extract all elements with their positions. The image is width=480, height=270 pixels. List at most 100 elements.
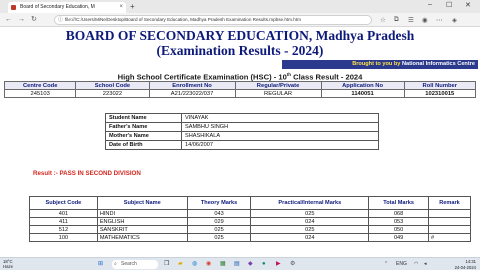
- file-explorer-icon[interactable]: ▰: [178, 260, 183, 268]
- board-title: BOARD OF SECONDARY EDUCATION, Madhya Pra…: [65, 28, 415, 43]
- subject-name-cell: SANSKRIT: [96, 225, 188, 234]
- table-row: 411 ENGLISH 029 024 053: [29, 217, 471, 226]
- copilot-icon[interactable]: ◈: [452, 16, 457, 24]
- excel-icon[interactable]: ▦: [220, 260, 226, 268]
- more-options-icon[interactable]: ⋯: [436, 16, 443, 24]
- tray-chevron-icon[interactable]: ⌃: [384, 261, 388, 267]
- centre-code-value: 245103: [3, 89, 77, 98]
- total-marks-cell: 068: [368, 209, 430, 218]
- total-marks-cell: 049: [368, 233, 430, 242]
- remark-cell: #: [428, 233, 471, 242]
- address-bar[interactable]: ⓘ file:///C:/Users/MiNe/Desktop/Board of…: [54, 15, 372, 25]
- subject-code-cell: 100: [29, 233, 98, 242]
- father-name-value: SAMBHU SINGH: [181, 122, 379, 132]
- father-name-row: Father's Name SAMBHU SINGH: [105, 122, 379, 132]
- weather-widget[interactable]: 18°C Haze: [3, 259, 13, 269]
- word-icon[interactable]: ▤: [234, 260, 240, 268]
- table-row: 401 HINDI 043 025 068: [29, 209, 471, 218]
- header-regular-private: Regular/Private: [234, 81, 322, 90]
- address-url: file:///C:/Users/MiNe/Desktop/Board of S…: [65, 17, 301, 22]
- profile-icon[interactable]: ◉: [422, 16, 428, 24]
- header-enrollment-no: Enrollment No: [148, 81, 236, 90]
- marks-table: Subject Code Subject Name Theory Marks P…: [29, 196, 471, 242]
- extensions-icon[interactable]: ⧉: [394, 16, 399, 24]
- subject-code-cell: 512: [29, 225, 98, 234]
- language-indicator[interactable]: ENG: [396, 261, 407, 267]
- table-row: 512 SANSKRIT 025 025 050: [29, 225, 471, 234]
- enrollment-no-value: A21/223022/037: [148, 89, 236, 98]
- search-icon: ⌕: [114, 261, 117, 267]
- subject-name-cell: MATHEMATICS: [96, 233, 188, 242]
- header-subject-code: Subject Code: [29, 196, 98, 210]
- result-status: Result :- PASS IN SECOND DIVISION: [33, 170, 141, 177]
- new-tab-button[interactable]: +: [130, 2, 135, 11]
- weather-desc: Haze: [3, 264, 14, 269]
- exam-title: High School Certificate Examination (HSC…: [0, 70, 480, 82]
- header-centre-code: Centre Code: [3, 81, 77, 90]
- theory-marks-cell: 025: [186, 233, 252, 242]
- forward-arrow-icon[interactable]: →: [18, 16, 25, 24]
- browser-tab[interactable]: Board of Secondary Education, M ×: [8, 2, 126, 13]
- navigation-bar: ← → ↻ ⓘ file:///C:/Users/MiNe/Desktop/Bo…: [0, 13, 480, 27]
- header-roll-number: Roll Number: [403, 81, 477, 90]
- father-name-label: Father's Name: [105, 122, 182, 132]
- application-no-value: 1140051: [320, 89, 405, 98]
- dob-label: Date of Birth: [105, 140, 182, 150]
- header-theory-marks: Theory Marks: [186, 196, 252, 210]
- settings-gear-icon[interactable]: ⚙: [290, 260, 295, 268]
- marks-header-row: Subject Code Subject Name Theory Marks P…: [29, 196, 471, 210]
- subject-name-cell: ENGLISH: [96, 217, 188, 226]
- windows-taskbar: 18°C Haze ⊞ ⌕ Search ❐ ▰ ◍ ◉ ▦ ▤ ◆ ● ▶ ⚙…: [0, 257, 480, 270]
- windows-start-icon[interactable]: ⊞: [98, 260, 103, 268]
- board-subtitle: (Examination Results - 2024): [156, 43, 324, 58]
- tab-close-icon[interactable]: ×: [119, 2, 123, 13]
- volume-icon[interactable]: ◂: [424, 261, 427, 267]
- collections-icon[interactable]: ☰: [408, 16, 414, 24]
- total-marks-cell: 053: [368, 217, 430, 226]
- roll-number-value: 102310015: [403, 89, 477, 98]
- close-window-button[interactable]: ✕: [465, 1, 471, 9]
- edge-browser-icon[interactable]: ◍: [192, 260, 197, 268]
- minimize-button[interactable]: –: [428, 1, 432, 8]
- theory-marks-cell: 043: [186, 209, 252, 218]
- student-name-value: VINAYAK: [181, 113, 379, 123]
- remark-cell: [428, 209, 471, 218]
- subject-name-cell: HINDI: [96, 209, 188, 218]
- maximize-button[interactable]: ☐: [446, 1, 452, 9]
- remark-cell: [428, 217, 471, 226]
- search-placeholder: Search: [121, 261, 137, 267]
- taskbar-search[interactable]: ⌕ Search: [112, 260, 158, 269]
- result-page: BOARD OF SECONDARY EDUCATION, Madhya Pra…: [0, 27, 480, 257]
- total-marks-cell: 050: [368, 225, 430, 234]
- header-total-marks: Total Marks: [368, 196, 430, 210]
- whatsapp-icon[interactable]: ●: [262, 260, 266, 268]
- wifi-icon[interactable]: ◠: [414, 261, 418, 267]
- registration-value-row: 245103 223022 A21/223022/037 REGULAR 114…: [3, 89, 477, 98]
- brought-by-prefix: Brought to you by: [352, 61, 401, 67]
- clock-date: 24-04-2024: [454, 264, 476, 270]
- chrome-browser-icon[interactable]: ◉: [206, 260, 211, 268]
- regular-private-value: REGULAR: [234, 89, 322, 98]
- remark-cell: [428, 225, 471, 234]
- favorite-star-icon[interactable]: ☆: [380, 16, 386, 24]
- header-remark: Remark: [428, 196, 471, 210]
- mother-name-value: SHASHIKALA: [181, 131, 379, 141]
- subject-code-cell: 411: [29, 217, 98, 226]
- back-arrow-icon[interactable]: ←: [5, 16, 12, 24]
- student-name-row: Student Name VINAYAK: [105, 113, 379, 123]
- media-app-icon[interactable]: ▶: [276, 260, 281, 268]
- task-view-icon[interactable]: ❐: [164, 260, 169, 268]
- header-application-no: Application No: [320, 81, 405, 90]
- brought-by-name: National Informatics Centre: [401, 61, 475, 67]
- store-icon[interactable]: ◆: [248, 260, 253, 268]
- dob-row: Date of Birth 14/06/2007: [105, 140, 379, 150]
- system-clock[interactable]: 14:31 24-04-2024: [455, 259, 476, 270]
- tab-bar: Board of Secondary Education, M × + – ☐ …: [0, 0, 480, 13]
- tab-title: Board of Secondary Education, M: [20, 4, 95, 10]
- mother-name-row: Mother's Name SHASHIKALA: [105, 131, 379, 141]
- file-info-icon: ⓘ: [58, 17, 64, 23]
- header-practical-marks: Practical/Internal Marks: [250, 196, 370, 210]
- page-favicon-icon: [11, 5, 16, 10]
- reload-icon[interactable]: ↻: [31, 16, 37, 24]
- dob-value: 14/06/2007: [181, 140, 379, 150]
